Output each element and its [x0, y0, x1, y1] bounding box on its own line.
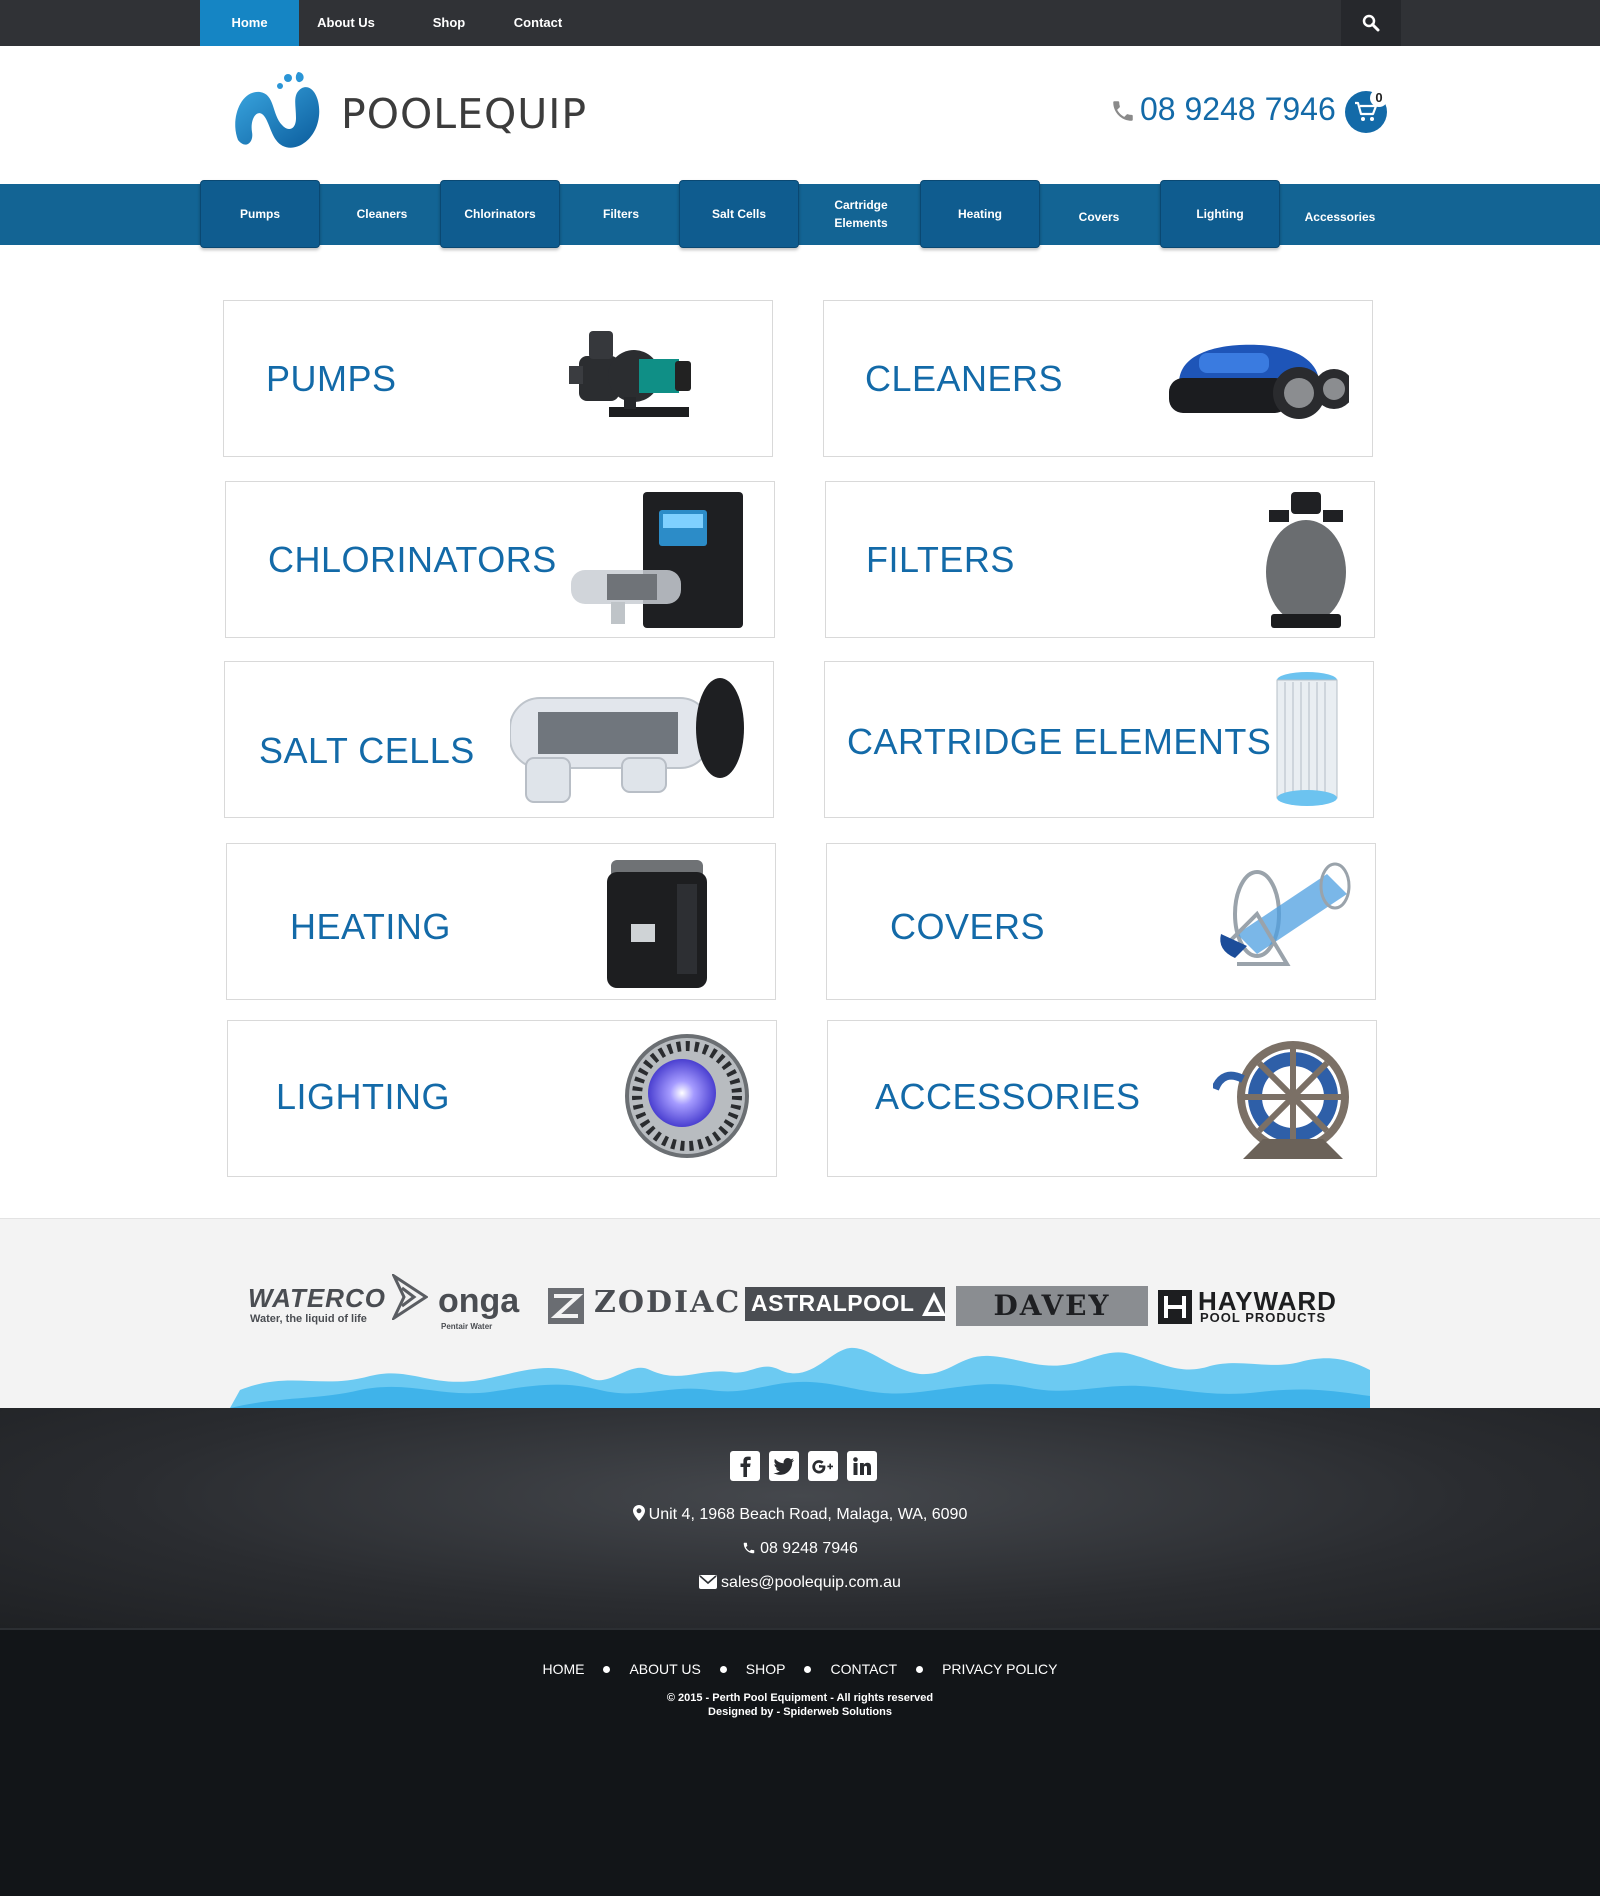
catnav-accessories[interactable]: Accessories: [1280, 180, 1400, 248]
brand-name: POOLEQUIP: [341, 90, 588, 138]
astralpool-logo[interactable]: ASTRALPOOL: [745, 1287, 945, 1321]
map-marker-icon: [632, 1505, 645, 1521]
wave-decoration: [230, 1347, 1370, 1408]
category-card-accessories[interactable]: ACCESSORIES: [827, 1020, 1377, 1177]
topnav-home-link[interactable]: Home: [200, 0, 299, 46]
phone-icon: [743, 1542, 755, 1554]
footer-email[interactable]: sales@poolequip.com.au: [721, 1574, 901, 1591]
category-card-salt-cells[interactable]: SALT CELLS: [224, 661, 774, 818]
header-phone[interactable]: 08 9248 7946: [1140, 91, 1336, 128]
category-card-cleaners[interactable]: CLEANERS: [823, 300, 1373, 457]
footer-link-shop[interactable]: SHOP: [746, 1661, 786, 1677]
catnav-chlorinators[interactable]: Chlorinators: [440, 180, 560, 248]
twitter-icon: [773, 1458, 794, 1475]
hayward-mark-icon: [1158, 1290, 1192, 1324]
catnav-covers[interactable]: Covers: [1039, 180, 1159, 248]
search-button[interactable]: [1341, 0, 1401, 46]
footer-phone[interactable]: 08 9248 7946: [760, 1540, 858, 1557]
zodiac-logo[interactable]: ZODIAC: [594, 1285, 741, 1320]
card-label-cleaners: CLEANERS: [865, 357, 1064, 399]
footer-nav-separator: [719, 1665, 727, 1673]
footer-link-privacy[interactable]: PRIVACY POLICY: [942, 1661, 1057, 1677]
zodiac-mark-icon: [548, 1288, 584, 1324]
footer-nav-separator: [804, 1665, 812, 1673]
davey-logo[interactable]: DAVEY: [956, 1286, 1148, 1326]
card-label-pumps: PUMPS: [266, 357, 397, 399]
card-label-cartridge-elements: CARTRIDGE ELEMENTS: [847, 721, 1272, 762]
filter-image: [1266, 492, 1346, 628]
category-card-heating[interactable]: HEATING: [226, 843, 776, 1000]
catnav-heating[interactable]: Heating: [920, 180, 1040, 248]
catnav-lighting[interactable]: Lighting: [1160, 180, 1280, 248]
onga-logo[interactable]: onga: [438, 1282, 519, 1321]
card-label-covers: COVERS: [890, 906, 1046, 947]
onga-mark-icon: [392, 1274, 428, 1320]
heater-image: [607, 860, 707, 988]
social-links: [730, 1451, 877, 1481]
card-label-filters: FILTERS: [866, 538, 1015, 580]
catnav-filters[interactable]: Filters: [561, 180, 681, 248]
waterco-tagline: Water, the liquid of life: [250, 1313, 367, 1325]
astralpool-mark-icon: [922, 1292, 946, 1316]
linkedin-link[interactable]: [847, 1451, 877, 1481]
catnav-pumps[interactable]: Pumps: [200, 180, 320, 248]
footer-link-contact[interactable]: CONTACT: [830, 1661, 897, 1677]
onga-tagline: Pentair Water: [441, 1322, 493, 1331]
footer-nav: HOME ABOUT US SHOP CONTACT PRIVACY POLIC…: [0, 1661, 1600, 1677]
light-image: [625, 1034, 749, 1158]
card-label-accessories: ACCESSORIES: [875, 1076, 1141, 1117]
card-label-chlorinators: CHLORINATORS: [268, 538, 557, 580]
category-nav: Pumps Cleaners Chlorinators Filters Salt…: [0, 180, 1600, 248]
pump-image: [569, 331, 691, 417]
footer-address-line: Unit 4, 1968 Beach Road, Malaga, WA, 609…: [0, 1505, 1600, 1524]
topnav-shop-link[interactable]: Shop: [393, 0, 505, 46]
google-plus-icon: [812, 1460, 833, 1474]
hose-reel-image: [1213, 1041, 1349, 1159]
category-card-covers[interactable]: COVERS: [826, 843, 1376, 1000]
chlorinator-image: [571, 492, 743, 628]
cleaner-image: [1169, 344, 1349, 419]
envelope-icon: [699, 1575, 718, 1589]
card-label-heating: HEATING: [290, 906, 451, 947]
cart-count-badge: 0: [1370, 89, 1388, 107]
phone-icon: [1113, 101, 1133, 121]
cover-reel-image: [1220, 862, 1351, 966]
footer-nav-separator: [603, 1665, 611, 1673]
cartridge-image: [1276, 672, 1338, 806]
footer-address: Unit 4, 1968 Beach Road, Malaga, WA, 609…: [648, 1506, 968, 1523]
footer-phone-line: 08 9248 7946: [0, 1540, 1600, 1558]
catnav-cleaners[interactable]: Cleaners: [322, 180, 442, 248]
category-card-pumps[interactable]: PUMPS: [223, 300, 773, 457]
footer-email-line: sales@poolequip.com.au: [0, 1574, 1600, 1592]
copyright-text: © 2015 - Perth Pool Equipment - All righ…: [666, 1692, 934, 1704]
top-nav: Home About Us Shop Contact: [200, 0, 571, 46]
linkedin-icon: [853, 1457, 871, 1475]
twitter-link[interactable]: [769, 1451, 799, 1481]
footer-link-home[interactable]: HOME: [542, 1661, 584, 1677]
google-plus-link[interactable]: [808, 1451, 838, 1481]
card-label-lighting: LIGHTING: [276, 1076, 451, 1117]
facebook-link[interactable]: [730, 1451, 760, 1481]
footer-nav-separator: [916, 1665, 924, 1673]
waterco-logo[interactable]: WATERCO: [248, 1283, 386, 1314]
salt-cell-image: [510, 678, 744, 803]
topnav-about-link[interactable]: About Us: [299, 0, 393, 46]
category-card-lighting[interactable]: LIGHTING: [227, 1020, 777, 1177]
designer-credit: Designed by - Spiderweb Solutions: [708, 1706, 892, 1718]
poolequip-logo[interactable]: [230, 70, 325, 152]
card-label-salt-cells: SALT CELLS: [259, 730, 475, 771]
catnav-cartridge-elements[interactable]: Cartridge Elements: [801, 180, 921, 248]
topnav-contact-link[interactable]: Contact: [505, 0, 571, 46]
hayward-tagline: POOL PRODUCTS: [1200, 1310, 1327, 1325]
category-card-filters[interactable]: FILTERS: [825, 481, 1375, 638]
category-card-chlorinators[interactable]: CHLORINATORS: [225, 481, 775, 638]
category-card-cartridge-elements[interactable]: CARTRIDGE ELEMENTS: [824, 661, 1374, 818]
facebook-icon: [740, 1456, 751, 1477]
catnav-salt-cells[interactable]: Salt Cells: [679, 180, 799, 248]
search-icon: [1362, 14, 1380, 32]
footer-link-about[interactable]: ABOUT US: [629, 1661, 700, 1677]
